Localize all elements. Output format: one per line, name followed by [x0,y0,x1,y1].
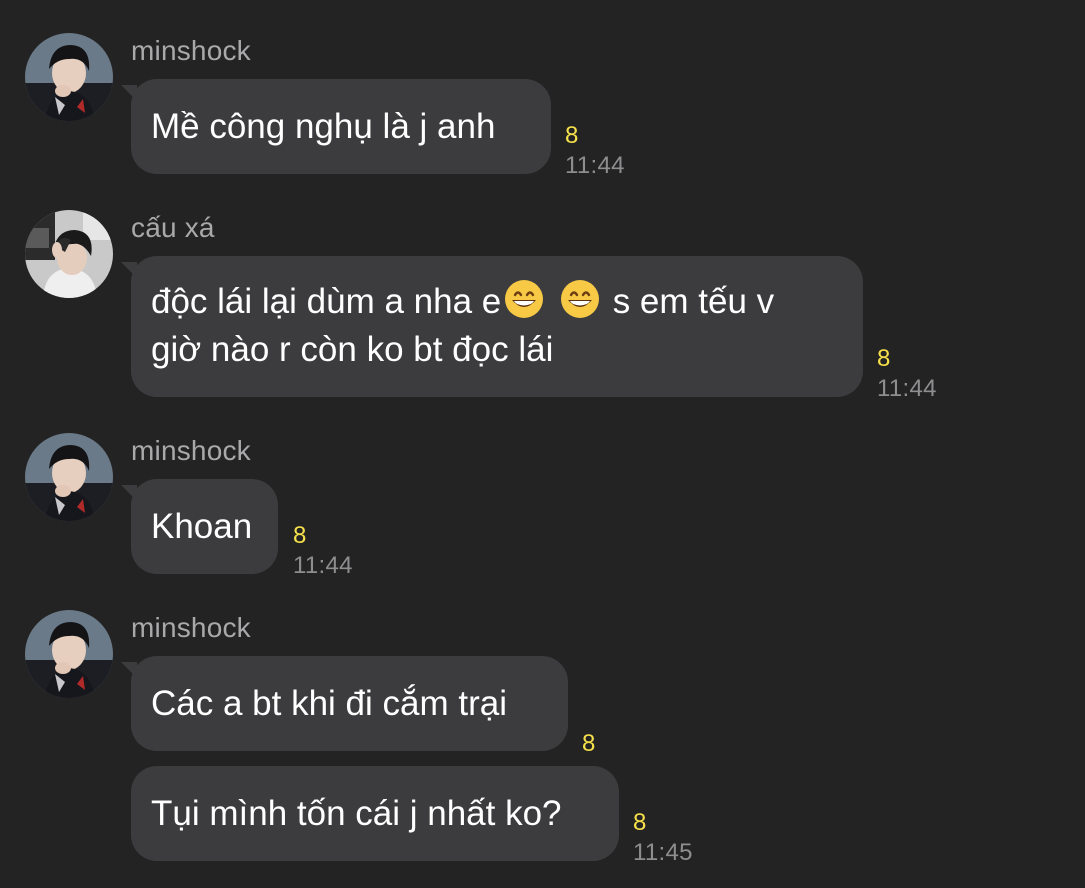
sender-name: minshock [131,612,251,643]
unread-count: 8 [877,345,891,372]
grinning-face-emoji-icon [559,278,601,320]
avatar[interactable] [25,610,113,698]
chat-message-list: minshock Mề công nghụ là j anh 8 11:44 c… [0,0,1085,888]
message-text: Các a bt khi đi cắm trại [151,683,507,723]
message-line-1: độc lái lại dùm a nha e s em tếu v [151,278,843,326]
message-bubble[interactable]: Các a bt khi đi cắm trại [121,656,568,751]
grinning-face-emoji-icon [503,278,545,320]
message-time: 11:45 [633,839,693,866]
bubble-tail [121,262,137,278]
message-text: Khoan [151,506,253,546]
message-time: 11:44 [565,152,625,179]
sender-name: cấu xá [131,212,215,243]
message-bubble[interactable]: Khoan [121,479,278,574]
avatar-minshock-image [25,610,113,698]
bubble-tail [121,662,137,678]
message-time: 11:44 [877,375,937,402]
message-bubble[interactable]: Mề công nghụ là j anh [121,79,551,174]
avatar-cau-xa-image [25,210,113,298]
bubble-tail [121,485,137,501]
avatar[interactable] [25,33,113,121]
avatar-minshock-image [25,433,113,521]
sender-name: minshock [131,35,251,66]
bubble-tail [121,85,137,101]
message-text: s em tếu v [612,282,775,321]
unread-count: 8 [633,809,647,836]
avatar-minshock-image [25,33,113,121]
message-bubble[interactable]: Tụi mình tốn cái j nhất ko? [131,766,619,861]
message-text: Tụi mình tốn cái j nhất ko? [151,793,562,833]
message-text: Mề công nghụ là j anh [151,106,496,146]
avatar[interactable] [25,210,113,298]
unread-count: 8 [582,730,596,757]
message-bubble[interactable]: độc lái lại dùm a nha e s em tếu v giờ n… [121,256,863,397]
message-text: độc lái lại dùm a nha e [151,282,502,321]
unread-count: 8 [565,122,579,149]
sender-name: minshock [131,435,251,466]
avatar[interactable] [25,433,113,521]
message-time: 11:44 [293,552,353,579]
unread-count: 8 [293,522,307,549]
message-line-2: giờ nào r còn ko bt đọc lái [151,330,554,369]
